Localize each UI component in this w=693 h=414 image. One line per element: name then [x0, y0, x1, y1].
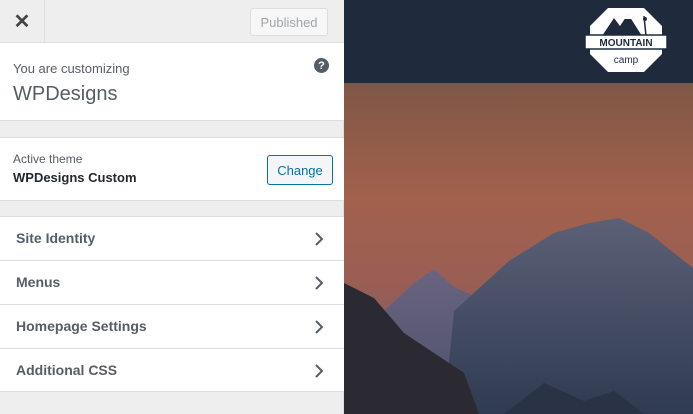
question-icon[interactable]: ? [314, 58, 329, 73]
section-additional-css[interactable]: Additional CSS [0, 348, 344, 392]
site-title: WPDesigns [13, 83, 118, 105]
change-theme-button[interactable]: Change [267, 155, 333, 185]
preview-header: MOUNTAIN camp [344, 0, 693, 83]
mountain-camp-logo[interactable]: MOUNTAIN camp [584, 6, 668, 74]
section-label: Homepage Settings [16, 318, 147, 334]
active-theme-label: Active theme [13, 152, 83, 166]
chevron-right-icon [315, 320, 324, 334]
active-theme-name: WPDesigns Custom [13, 170, 137, 185]
section-homepage-settings[interactable]: Homepage Settings [0, 304, 344, 348]
customizer-topbar: ✕ Published [0, 0, 344, 43]
close-customizer-button[interactable]: ✕ [0, 0, 45, 43]
section-label: Menus [16, 274, 61, 290]
customizing-info: You are customizing WPDesigns ? [0, 43, 344, 121]
active-theme-section: Active theme WPDesigns Custom Change [0, 137, 344, 201]
customizer-sections: Site Identity Menus Homepage Settings Ad… [0, 216, 344, 392]
section-label: Additional CSS [16, 362, 118, 378]
customizing-label: You are customizing [13, 61, 130, 76]
close-icon: ✕ [13, 11, 31, 33]
chevron-right-icon [315, 232, 324, 246]
customizer-panel: ✕ Published You are customizing WPDesign… [0, 0, 344, 414]
section-menus[interactable]: Menus [0, 260, 344, 304]
published-button[interactable]: Published [250, 8, 328, 36]
chevron-right-icon [315, 364, 324, 378]
logo-text-camp: camp [614, 55, 639, 66]
section-label: Site Identity [16, 230, 96, 246]
logo-text-mountain: MOUNTAIN [599, 38, 652, 49]
site-preview[interactable]: MOUNTAIN camp [344, 0, 693, 414]
chevron-right-icon [315, 276, 324, 290]
section-site-identity[interactable]: Site Identity [0, 216, 344, 260]
hero-mountain-image [344, 83, 693, 414]
